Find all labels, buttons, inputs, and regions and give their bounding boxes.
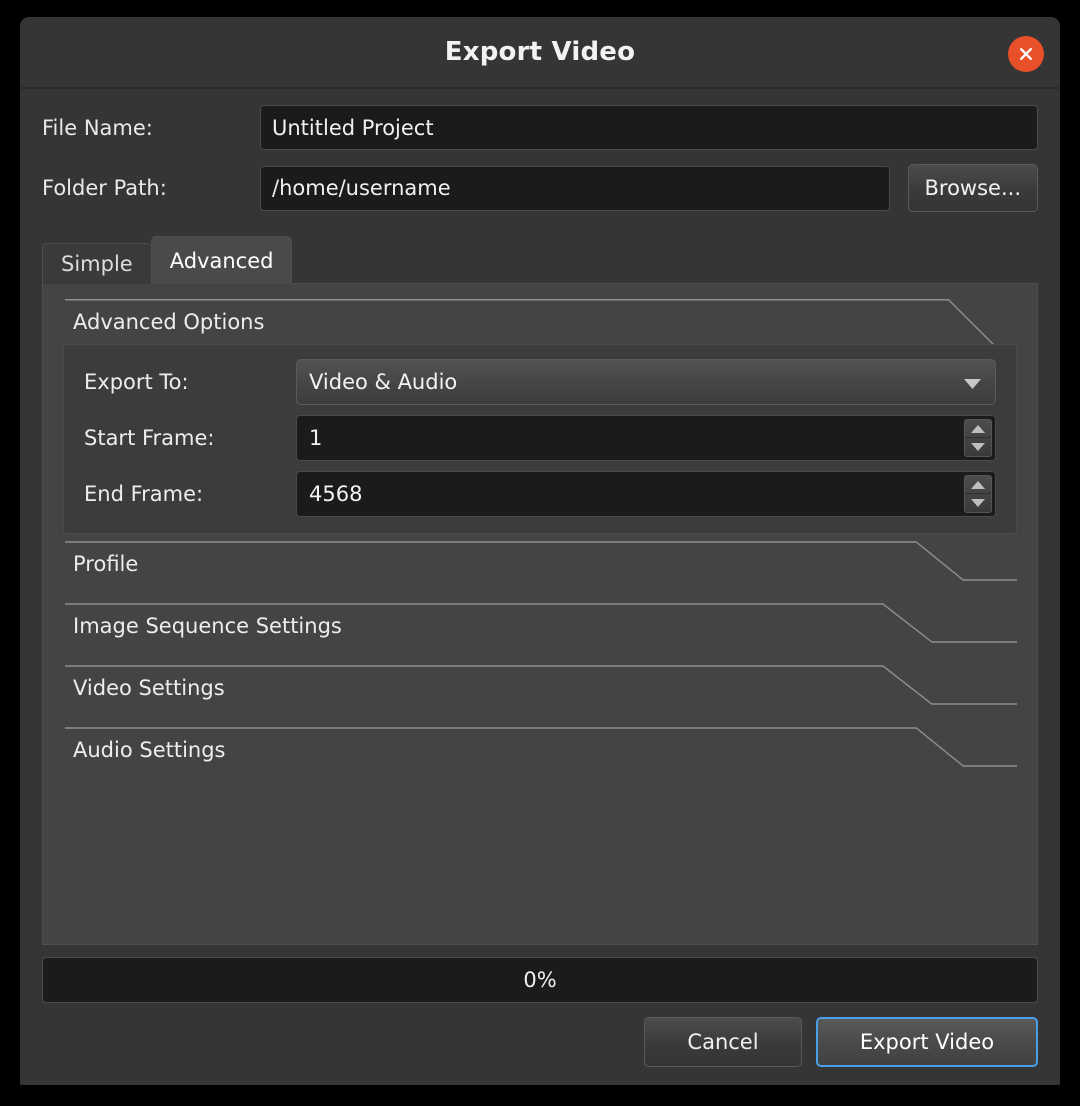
- profile-groupbox[interactable]: Profile: [63, 540, 1017, 602]
- advanced-options-content: Export To: Video & Audio: [63, 344, 1017, 534]
- progress-label: 0%: [523, 968, 556, 992]
- file-name-label: File Name:: [42, 116, 260, 140]
- export-to-row: Export To: Video & Audio: [84, 359, 996, 405]
- start-frame-spinbox[interactable]: 1: [296, 415, 996, 461]
- tab-bar: Simple Advanced: [42, 236, 1038, 284]
- audio-settings-title: Audio Settings: [63, 726, 1017, 772]
- start-frame-row: Start Frame: 1: [84, 415, 996, 461]
- triangle-up-icon[interactable]: [965, 420, 991, 438]
- folder-path-row: Folder Path: Browse...: [42, 164, 1038, 212]
- tab-advanced[interactable]: Advanced: [151, 236, 293, 284]
- chevron-down-icon: [964, 370, 981, 394]
- file-name-input[interactable]: [260, 105, 1038, 150]
- profile-title: Profile: [63, 540, 1017, 586]
- image-sequence-settings-groupbox[interactable]: Image Sequence Settings: [63, 602, 1017, 664]
- end-frame-stepper[interactable]: [964, 475, 992, 513]
- dialog-titlebar: Export Video: [20, 17, 1060, 89]
- export-video-button[interactable]: Export Video: [816, 1017, 1038, 1067]
- video-settings-title: Video Settings: [63, 664, 1017, 710]
- export-to-value: Video & Audio: [309, 370, 457, 394]
- triangle-down-icon[interactable]: [965, 494, 991, 512]
- folder-path-label: Folder Path:: [42, 176, 260, 200]
- dialog-footer: 0% Cancel Export Video: [20, 945, 1060, 1085]
- tab-simple[interactable]: Simple: [42, 243, 152, 284]
- advanced-options-title: Advanced Options: [63, 298, 1017, 344]
- end-frame-label: End Frame:: [84, 482, 296, 506]
- tab-container: Simple Advanced Advanced Options Export …: [42, 236, 1038, 945]
- export-progress-bar: 0%: [42, 957, 1038, 1003]
- export-video-dialog: Export Video File Name: Folder Path: Bro…: [20, 17, 1060, 1085]
- end-frame-value: 4568: [309, 482, 983, 506]
- dialog-button-bar: Cancel Export Video: [42, 1017, 1038, 1067]
- end-frame-spinbox[interactable]: 4568: [296, 471, 996, 517]
- browse-button[interactable]: Browse...: [908, 164, 1039, 212]
- tab-panel-advanced: Advanced Options Export To: Video & Audi…: [42, 283, 1038, 945]
- dialog-title: Export Video: [445, 37, 635, 67]
- triangle-up-icon[interactable]: [965, 476, 991, 494]
- cancel-button[interactable]: Cancel: [644, 1017, 802, 1067]
- start-frame-stepper[interactable]: [964, 419, 992, 457]
- file-name-row: File Name:: [42, 105, 1038, 150]
- video-settings-groupbox[interactable]: Video Settings: [63, 664, 1017, 726]
- export-to-label: Export To:: [84, 370, 296, 394]
- start-frame-label: Start Frame:: [84, 426, 296, 450]
- image-sequence-settings-title: Image Sequence Settings: [63, 602, 1017, 648]
- end-frame-row: End Frame: 4568: [84, 471, 996, 517]
- audio-settings-groupbox[interactable]: Audio Settings: [63, 726, 1017, 788]
- dialog-body: File Name: Folder Path: Browse... Simple…: [20, 89, 1060, 945]
- start-frame-value: 1: [309, 426, 983, 450]
- close-icon[interactable]: [1008, 36, 1044, 72]
- folder-path-input[interactable]: [260, 166, 890, 211]
- triangle-down-icon[interactable]: [965, 438, 991, 456]
- advanced-options-groupbox: Advanced Options Export To: Video & Audi…: [63, 298, 1017, 534]
- export-to-combobox[interactable]: Video & Audio: [296, 359, 996, 405]
